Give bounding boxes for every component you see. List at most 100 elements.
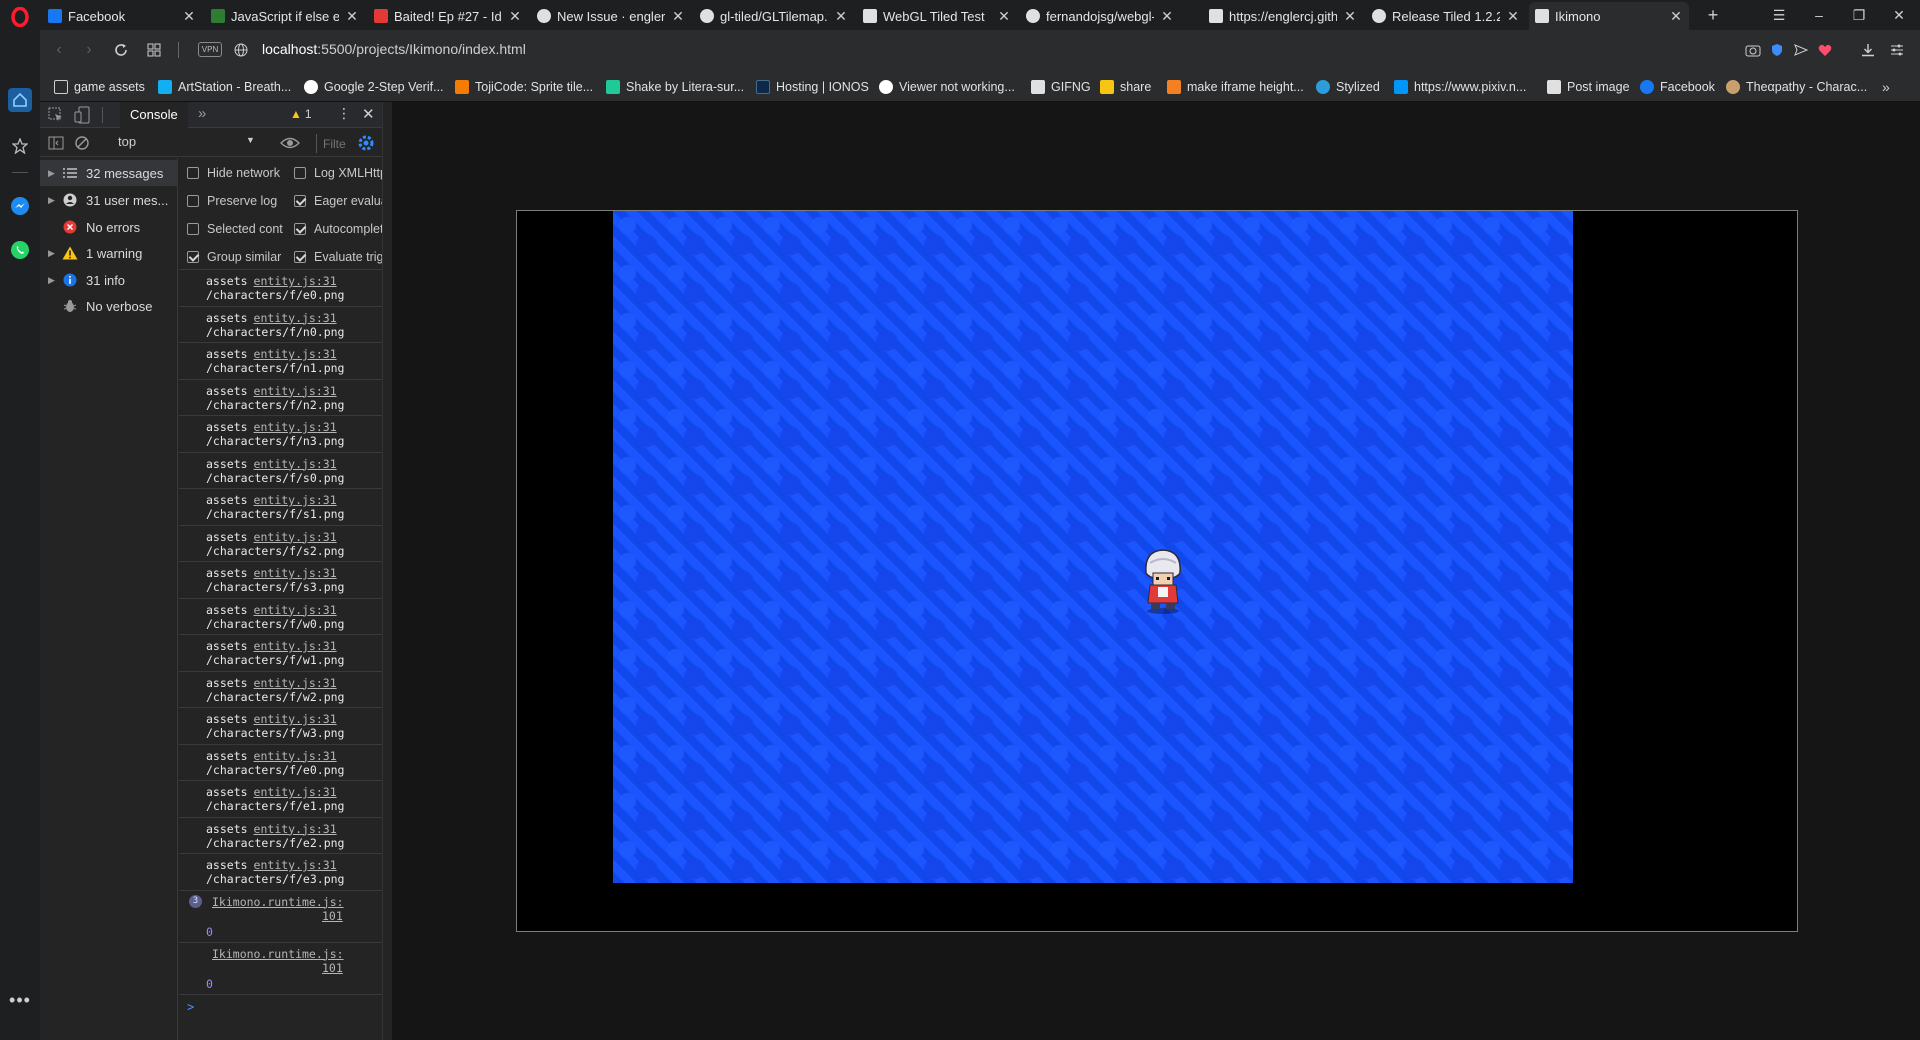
expand-arrow-icon[interactable]: ▶: [48, 248, 62, 259]
bookmark[interactable]: Stylized: [1316, 78, 1380, 96]
tab[interactable]: gl-tiled/GLTilemap.ts ✕: [694, 2, 854, 30]
tab[interactable]: New Issue · englercj/ ✕: [531, 2, 691, 30]
more-bookmarks-icon[interactable]: »: [1882, 78, 1890, 96]
sidebar-toggle-icon[interactable]: [48, 135, 64, 151]
evaluate-triggers-checkbox[interactable]: Evaluate trigg: [294, 248, 392, 266]
bookmark[interactable]: Hosting | IONOS: [756, 78, 869, 96]
close-icon[interactable]: ✕: [345, 8, 359, 25]
eager-evaluation-checkbox[interactable]: Eager evaluat: [294, 192, 392, 210]
tab-menu-icon[interactable]: ☰: [1768, 4, 1790, 26]
expand-arrow-icon[interactable]: ▶: [48, 195, 62, 206]
log-source-link[interactable]: entity.js:31: [254, 785, 337, 799]
clear-console-icon[interactable]: [74, 135, 90, 151]
sidebar-item-warnings[interactable]: ▶ 1 warning: [40, 240, 178, 266]
log-source-link[interactable]: entity.js:31: [254, 457, 337, 471]
bookmark[interactable]: Shake by Litera-sur...: [606, 78, 744, 96]
opera-logo-icon[interactable]: [8, 5, 32, 29]
bookmark-folder[interactable]: game assets: [54, 78, 145, 96]
inspect-element-icon[interactable]: [48, 107, 64, 123]
expand-arrow-icon[interactable]: ▶: [48, 275, 62, 286]
game-canvas[interactable]: [516, 210, 1798, 932]
live-expression-icon[interactable]: [280, 134, 300, 152]
messenger-icon[interactable]: [8, 194, 32, 218]
tab-console[interactable]: Console: [120, 102, 188, 128]
filter-input[interactable]: [316, 134, 348, 153]
globe-icon[interactable]: [230, 39, 252, 61]
back-button[interactable]: ‹: [48, 39, 70, 61]
log-source-link[interactable]: entity.js:31: [254, 384, 337, 398]
easy-setup-icon[interactable]: [1886, 39, 1908, 61]
log-source-link[interactable]: entity.js:31: [254, 822, 337, 836]
log-source-link[interactable]: entity.js:31: [254, 566, 337, 580]
close-icon[interactable]: ✕: [671, 8, 685, 25]
selected-context-checkbox[interactable]: Selected cont: [187, 220, 285, 238]
close-icon[interactable]: ✕: [182, 8, 196, 25]
close-icon[interactable]: ✕: [997, 8, 1011, 25]
shield-icon[interactable]: [1766, 39, 1788, 61]
bookmark[interactable]: GIFNG: [1031, 78, 1091, 96]
log-source-link[interactable]: entity.js:31: [254, 493, 337, 507]
bookmark[interactable]: make iframe height...: [1167, 78, 1304, 96]
hide-network-checkbox[interactable]: Hide network: [187, 164, 285, 182]
autocomplete-checkbox[interactable]: Autocomplet: [294, 220, 392, 238]
sidebar-item-messages[interactable]: ▶ 32 messages: [40, 160, 178, 186]
tab[interactable]: fernandojsg/webgl-s ✕: [1020, 2, 1180, 30]
device-toggle-icon[interactable]: [74, 106, 92, 124]
bookmark[interactable]: Theαpathy - Charac...: [1726, 78, 1867, 96]
log-source-link[interactable]: entity.js:31: [254, 858, 337, 872]
vpn-badge[interactable]: VPN: [198, 42, 222, 57]
console-settings-icon[interactable]: [356, 133, 376, 153]
log-source-link[interactable]: entity.js:31: [254, 676, 337, 690]
sidebar-item-verbose[interactable]: No verbose: [40, 293, 178, 319]
close-icon[interactable]: ✕: [1343, 8, 1357, 25]
log-source-link[interactable]: entity.js:31: [254, 639, 337, 653]
log-source-link[interactable]: Ikimono.runtime.js:: [212, 895, 344, 909]
sidebar-item-user-messages[interactable]: ▶ 31 user mes...: [40, 187, 178, 213]
bookmark[interactable]: share: [1100, 78, 1151, 96]
log-source-link[interactable]: entity.js:31: [254, 530, 337, 544]
bookmark[interactable]: TojiCode: Sprite tile...: [455, 78, 593, 96]
preserve-log-checkbox[interactable]: Preserve log: [187, 192, 285, 210]
whatsapp-icon[interactable]: [8, 238, 32, 262]
log-source-line[interactable]: 101: [322, 909, 343, 923]
window-close-icon[interactable]: ✕: [1888, 4, 1910, 26]
kebab-menu-icon[interactable]: ⋮: [337, 105, 351, 122]
group-similar-checkbox[interactable]: Group similar: [187, 248, 285, 266]
reload-button[interactable]: [110, 39, 132, 61]
minimize-icon[interactable]: –: [1808, 4, 1830, 26]
tab-active[interactable]: Ikimono ✕: [1529, 2, 1689, 30]
heart-icon[interactable]: [1814, 39, 1836, 61]
url-field[interactable]: localhost:5500/projects/Ikimono/index.ht…: [262, 41, 526, 57]
download-icon[interactable]: [1857, 39, 1879, 61]
tabs-grid-icon[interactable]: [143, 39, 165, 61]
bookmark[interactable]: Facebook: [1640, 78, 1715, 96]
log-source-link[interactable]: entity.js:31: [254, 347, 337, 361]
expand-arrow-icon[interactable]: ▶: [48, 168, 62, 179]
tab[interactable]: Release Tiled 1.2.2 · b ✕: [1366, 2, 1526, 30]
devtools-scrollbar[interactable]: [382, 102, 392, 1040]
tab[interactable]: WebGL Tiled Test ✕: [857, 2, 1017, 30]
bookmark[interactable]: ArtStation - Breath...: [158, 78, 291, 96]
sidebar-item-info[interactable]: ▶ 31 info: [40, 267, 178, 293]
log-source-line[interactable]: 101: [322, 961, 343, 975]
log-source-link[interactable]: Ikimono.runtime.js:: [212, 947, 344, 961]
devtools-close-icon[interactable]: ✕: [362, 105, 375, 123]
log-source-link[interactable]: entity.js:31: [254, 274, 337, 288]
close-icon[interactable]: ✕: [834, 8, 848, 25]
forward-button[interactable]: ›: [78, 39, 100, 61]
tab[interactable]: Facebook ✕: [42, 2, 202, 30]
restore-icon[interactable]: ❐: [1848, 4, 1870, 26]
warning-counter[interactable]: ▲ 1: [290, 107, 312, 121]
log-source-link[interactable]: entity.js:31: [254, 603, 337, 617]
log-source-link[interactable]: entity.js:31: [254, 749, 337, 763]
log-source-link[interactable]: entity.js:31: [254, 712, 337, 726]
close-icon[interactable]: ✕: [1669, 8, 1683, 25]
log-source-link[interactable]: entity.js:31: [254, 311, 337, 325]
camera-icon[interactable]: [1742, 39, 1764, 61]
pinboard-icon[interactable]: [8, 134, 32, 158]
bookmark[interactable]: Viewer not working...: [879, 78, 1015, 96]
log-xmlhttp-checkbox[interactable]: Log XMLHttp: [294, 164, 392, 182]
bookmark[interactable]: Post image: [1547, 78, 1630, 96]
context-select[interactable]: top ▼: [118, 134, 258, 149]
bookmark[interactable]: Google 2-Step Verif...: [304, 78, 444, 96]
